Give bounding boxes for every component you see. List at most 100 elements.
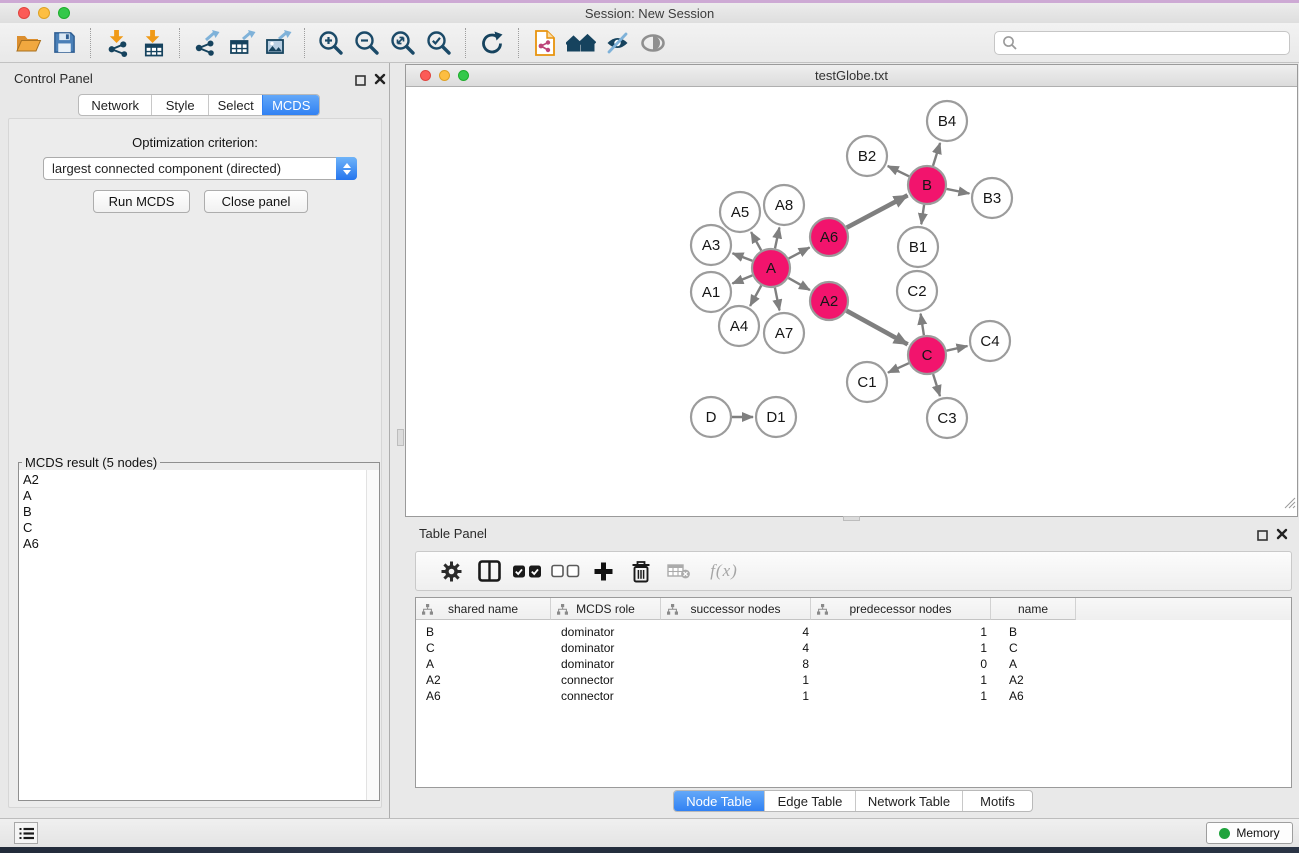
graph-edge-A-A5[interactable] — [751, 232, 761, 250]
table-cell[interactable]: dominator — [551, 625, 661, 639]
zoom-in-icon[interactable] — [313, 26, 349, 60]
deselect-all-icon[interactable] — [546, 555, 584, 587]
graph-edge-C-C1[interactable] — [888, 363, 909, 372]
graph-edge-A-A8[interactable] — [775, 228, 779, 249]
graph-edge-A-A4[interactable] — [750, 286, 761, 306]
table-settings-gear-icon[interactable] — [432, 555, 470, 587]
table-row[interactable]: Cdominator41C — [416, 640, 1291, 656]
table-cell[interactable]: dominator — [551, 657, 661, 671]
table-cell[interactable]: 1 — [811, 625, 991, 639]
graph-edge-B-B1[interactable] — [921, 205, 924, 224]
table-cell[interactable]: B — [416, 625, 551, 639]
column-header-MCDS-role[interactable]: MCDS role — [551, 598, 661, 620]
add-column-icon[interactable] — [584, 555, 622, 587]
table-cell[interactable]: 1 — [811, 673, 991, 687]
column-header-shared-name[interactable]: shared name — [416, 598, 551, 620]
tab-network[interactable]: Network — [79, 95, 151, 115]
table-cell[interactable]: A6 — [416, 689, 551, 703]
hide-graphics-details-icon[interactable] — [599, 26, 635, 60]
graph-edge-B-B3[interactable] — [947, 189, 970, 194]
save-icon[interactable] — [46, 26, 82, 60]
function-builder-icon[interactable]: f(x) — [698, 555, 750, 587]
graph-edge-C-C4[interactable] — [947, 346, 968, 351]
scrollbar-track[interactable] — [366, 470, 379, 800]
graph-edge-A6-B[interactable] — [847, 195, 908, 227]
tab-motifs[interactable]: Motifs — [962, 791, 1032, 811]
table-cell[interactable]: 0 — [811, 657, 991, 671]
tab-network-table[interactable]: Network Table — [855, 791, 962, 811]
table-cell[interactable]: A6 — [991, 689, 1076, 703]
show-columns-icon[interactable] — [470, 555, 508, 587]
table-cell[interactable]: C — [991, 641, 1076, 655]
table-row[interactable]: Adominator80A — [416, 656, 1291, 672]
select-all-icon[interactable] — [508, 555, 546, 587]
tab-select[interactable]: Select — [208, 95, 263, 115]
minimize-window-button[interactable] — [38, 7, 50, 19]
table-cell[interactable]: A — [991, 657, 1076, 671]
table-cell[interactable]: A — [416, 657, 551, 671]
float-panel-icon[interactable] — [355, 73, 366, 91]
graph-edge-C-C3[interactable] — [933, 374, 940, 396]
graph-edge-A-A7[interactable] — [775, 288, 780, 311]
column-header-predecessor-nodes[interactable]: predecessor nodes — [811, 598, 991, 620]
tab-edge-table[interactable]: Edge Table — [764, 791, 855, 811]
tab-mcds[interactable]: MCDS — [262, 95, 319, 115]
table-cell[interactable]: connector — [551, 673, 661, 687]
maximize-window-button[interactable] — [58, 7, 70, 19]
show-details-eye-icon[interactable] — [635, 26, 671, 60]
table-cell[interactable]: 1 — [811, 641, 991, 655]
table-row[interactable]: A6connector11A6 — [416, 688, 1291, 704]
table-cell[interactable]: A2 — [991, 673, 1076, 687]
graph-edge-C-C2[interactable] — [921, 314, 924, 336]
open-folder-icon[interactable] — [10, 26, 46, 60]
table-cell[interactable]: 1 — [661, 673, 811, 687]
open-session-file-icon[interactable] — [527, 26, 563, 60]
graph-edge-A-A1[interactable] — [732, 275, 752, 283]
table-cell[interactable]: 1 — [811, 689, 991, 703]
import-table-icon[interactable] — [135, 26, 171, 60]
table-cell[interactable]: 1 — [661, 689, 811, 703]
table-cell[interactable]: dominator — [551, 641, 661, 655]
table-cell[interactable]: A2 — [416, 673, 551, 687]
float-table-panel-icon[interactable] — [1257, 528, 1268, 546]
table-cell[interactable]: B — [991, 625, 1076, 639]
zoom-out-icon[interactable] — [349, 26, 385, 60]
zoom-fit-icon[interactable] — [385, 26, 421, 60]
network-canvas[interactable]: AA1A2A3A4A5A6A7A8BB1B2B3B4CC1C2C3C4DD1 — [406, 87, 1297, 515]
close-panel-button[interactable]: Close panel — [204, 190, 308, 213]
graph-edge-A2-C[interactable] — [847, 311, 908, 345]
network-window-titlebar[interactable]: testGlobe.txt — [406, 65, 1297, 87]
table-cell[interactable]: connector — [551, 689, 661, 703]
search-input[interactable] — [1018, 33, 1289, 53]
graph-edge-A-A2[interactable] — [788, 278, 810, 290]
maximize-network-button[interactable] — [458, 70, 469, 81]
export-table-icon[interactable] — [224, 26, 260, 60]
task-history-button[interactable] — [14, 822, 38, 844]
table-cell[interactable]: C — [416, 641, 551, 655]
export-network-icon[interactable] — [188, 26, 224, 60]
column-header-name[interactable]: name — [991, 598, 1076, 620]
close-table-panel-icon[interactable] — [1276, 527, 1288, 545]
delete-column-trash-icon[interactable] — [622, 555, 660, 587]
table-row[interactable]: Bdominator41B — [416, 624, 1291, 640]
run-mcds-button[interactable]: Run MCDS — [93, 190, 190, 213]
graph-edge-A-A3[interactable] — [733, 253, 753, 261]
close-window-button[interactable] — [18, 7, 30, 19]
close-network-button[interactable] — [420, 70, 431, 81]
zoom-selected-icon[interactable] — [421, 26, 457, 60]
memory-button[interactable]: Memory — [1206, 822, 1293, 844]
graph-edge-A-A6[interactable] — [789, 247, 810, 258]
minimize-network-button[interactable] — [439, 70, 450, 81]
tab-node-table[interactable]: Node Table — [674, 791, 764, 811]
vertical-split-handle[interactable] — [397, 429, 404, 446]
graph-edge-B-B2[interactable] — [888, 166, 909, 176]
close-panel-icon[interactable] — [374, 72, 386, 90]
table-row[interactable]: A2connector11A2 — [416, 672, 1291, 688]
table-cell[interactable]: 4 — [661, 641, 811, 655]
table-cell[interactable]: 8 — [661, 657, 811, 671]
resize-grip-icon[interactable] — [1284, 496, 1296, 514]
home-icon[interactable] — [563, 26, 599, 60]
column-header-successor-nodes[interactable]: successor nodes — [661, 598, 811, 620]
refresh-icon[interactable] — [474, 26, 510, 60]
delete-table-icon[interactable] — [660, 555, 698, 587]
